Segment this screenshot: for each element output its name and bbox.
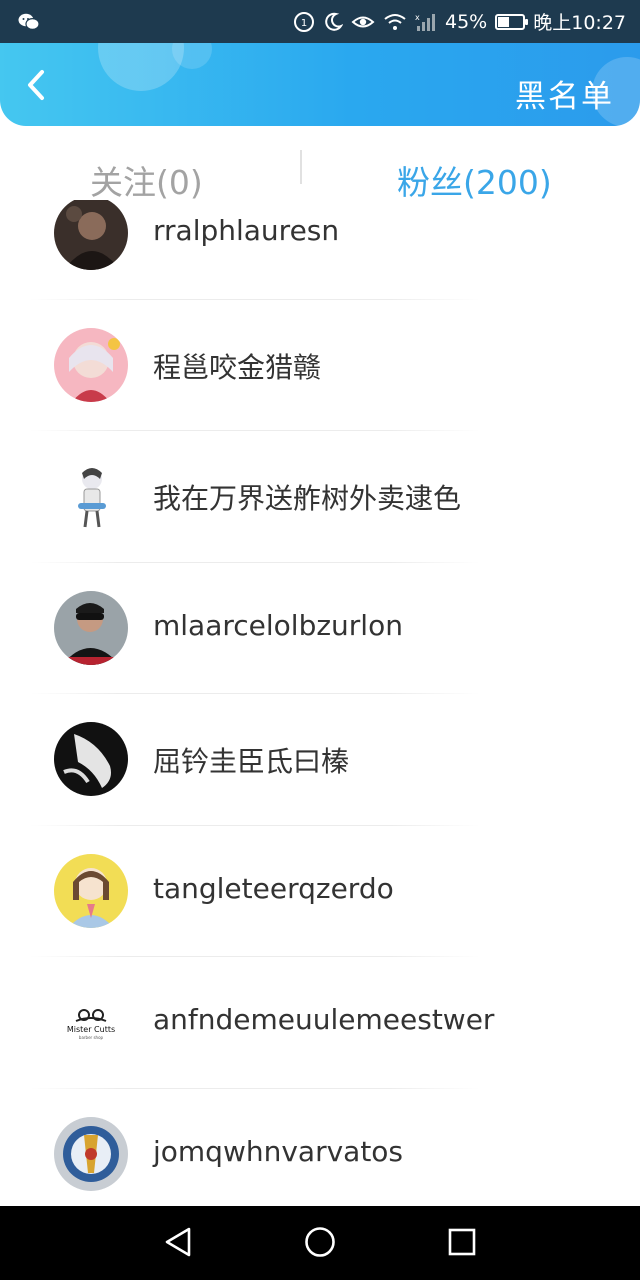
fan-name: anfndemeuulemeestwer [153,1003,495,1036]
fan-name: 屈钤圭臣氐曰榛 [153,745,350,778]
battery-icon [495,13,529,30]
wifi-icon [383,13,407,31]
back-button[interactable] [14,65,58,109]
tab-fans[interactable]: 粉丝(200) [397,156,552,204]
tab-bar: 关注(0) 粉丝(200) [0,126,640,202]
avatar[interactable] [54,327,128,402]
header-bar: 黑名单 [0,43,640,126]
avatar[interactable] [54,200,128,270]
signal-icon: x [415,12,437,32]
tab-divider [300,150,302,184]
list-item[interactable]: 程邕咬金猎赣 [0,300,640,431]
chevron-left-icon [24,68,48,106]
avatar[interactable] [54,722,128,796]
list-item[interactable]: jomqwhnvarvatos [0,1089,640,1207]
nfc-icon: 1 [293,11,315,33]
status-right: 1 x 45% 晚上10:27 [293,8,626,35]
avatar[interactable]: Mister Cutts barber shop [54,985,128,1059]
nav-back-button[interactable] [162,1226,194,1262]
list-item[interactable]: rralphlauresn [0,200,640,300]
fan-name: jomqwhnvarvatos [153,1134,404,1168]
fan-name: mlaarcelolbzurlon [153,608,403,642]
fan-name: 程邕咬金猎赣 [153,350,322,384]
status-bar: 1 x 45% 晚上10:27 [0,0,640,43]
home-circle-icon [304,1226,336,1262]
battery-fill [498,16,510,27]
list-item[interactable]: 我在万界送舴树外卖逮色 [0,431,640,563]
fan-name: rralphlauresn [153,214,340,247]
svg-text:x: x [415,13,420,22]
list-item[interactable]: tangleteerqzerdo [0,826,640,957]
app-screen: 1 x 45% 晚上10:27 黑名单 关注(0) 粉丝(200) rralph… [0,0,640,1280]
nav-recents-button[interactable] [446,1228,478,1260]
list-item[interactable]: Mister Cutts barber shop anfndemeuulemee… [0,957,640,1089]
avatar[interactable] [54,459,128,533]
moon-icon [323,12,343,32]
tab-following[interactable]: 关注(0) [90,156,203,204]
avatar[interactable] [54,853,128,928]
nav-home-button[interactable] [304,1226,336,1262]
blacklist-button[interactable]: 黑名单 [515,71,614,116]
status-left [18,13,40,31]
recents-square-icon [447,1227,477,1261]
logo-text: Mister Cutts [67,1025,115,1034]
fan-name: tangleteerqzerdo [153,871,394,905]
system-nav-bar [0,1206,640,1280]
wechat-icon [18,13,40,31]
fan-name: 我在万界送舴树外卖逮色 [153,482,462,515]
eye-icon [351,13,375,31]
fans-list-content: rralphlauresn 程邕咬金猎赣 我在万界送舴树外卖逮色 mlaarce… [0,200,640,1206]
fans-list[interactable]: rralphlauresn 程邕咬金猎赣 我在万界送舴树外卖逮色 mlaarce… [0,200,640,1206]
list-item[interactable]: mlaarcelolbzurlon [0,563,640,694]
avatar[interactable] [54,1116,128,1191]
avatar[interactable] [54,590,128,665]
battery-percent: 45% [445,10,488,33]
status-time: 晚上10:27 [533,12,626,34]
svg-text:1: 1 [301,18,307,29]
back-triangle-icon [163,1226,193,1262]
logo-subtext: barber shop [79,1035,104,1040]
list-item[interactable]: 屈钤圭臣氐曰榛 [0,694,640,826]
